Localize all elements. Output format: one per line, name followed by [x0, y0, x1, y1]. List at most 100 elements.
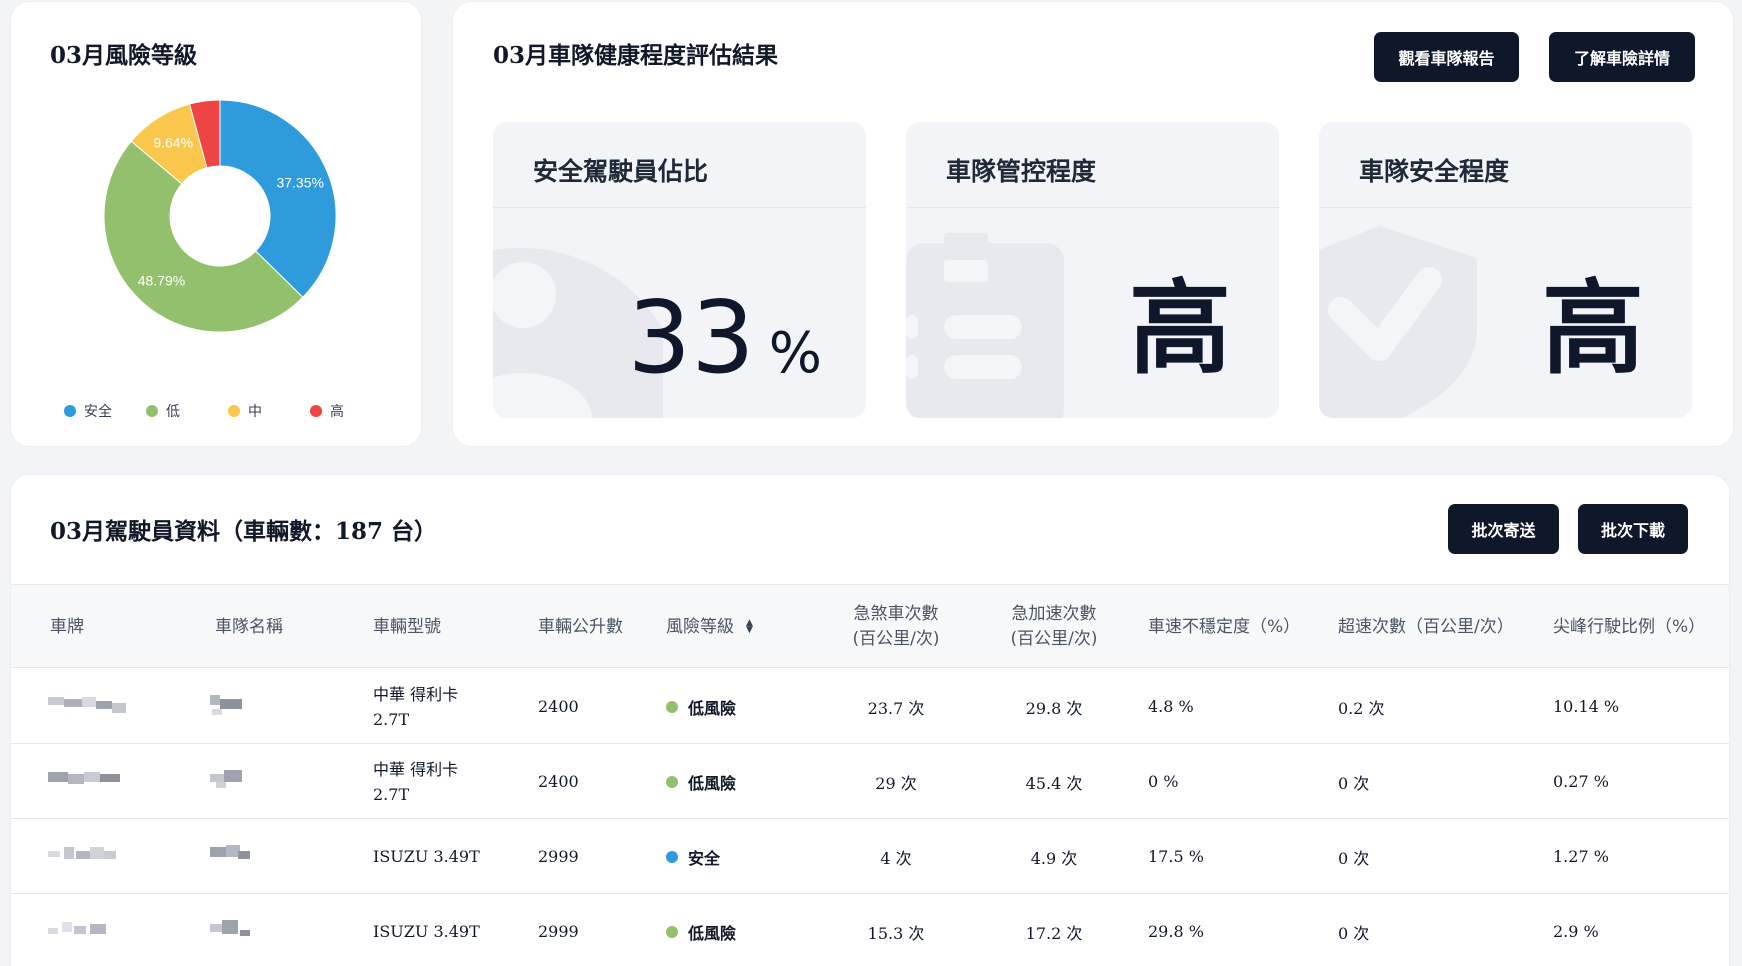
- batch-send-button[interactable]: 批次寄送: [1448, 504, 1559, 554]
- donut-label-1: 48.79%: [138, 272, 185, 288]
- cell-peak-ratio: 1.27 %: [1553, 847, 1609, 866]
- blur-block: [68, 774, 84, 784]
- blur-block: [104, 851, 116, 859]
- col-risk-level-label: 風險等級: [666, 616, 734, 637]
- clipboard-icon: [906, 233, 1064, 418]
- blur-block: [48, 772, 68, 782]
- col-hard-brake-unit: (百公里/次): [852, 629, 940, 649]
- cell-speed-instability: 29.8 %: [1148, 922, 1204, 941]
- batch-download-button[interactable]: 批次下載: [1578, 504, 1688, 554]
- col-plate[interactable]: 車牌: [50, 585, 84, 669]
- blur-block: [64, 699, 82, 707]
- cell-displacement: 2400: [538, 772, 579, 791]
- blur-block: [74, 926, 86, 934]
- blur-block: [224, 770, 242, 782]
- blur-block: [222, 920, 238, 934]
- col-hard-brake[interactable]: 急煞車次數 (百公里/次): [821, 585, 971, 669]
- legend-dot-0: [64, 405, 76, 417]
- cell-vehicle-model: ISUZU 3.49T: [373, 894, 480, 966]
- blur-block: [90, 847, 104, 859]
- blur-block: [220, 699, 242, 709]
- cell-displacement: 2999: [538, 922, 579, 941]
- blur-block: [62, 922, 72, 932]
- col-risk-level[interactable]: 風險等級 ▲ ▼: [666, 585, 753, 669]
- cell-risk-level: 低風險: [666, 744, 736, 819]
- driver-card-title: 03月駕駛員資料（車輛數：187 台）: [50, 518, 438, 545]
- cell-speed-instability: 17.5 %: [1148, 847, 1204, 866]
- fleet-safety-title: 車隊安全程度: [1319, 122, 1692, 208]
- sort-icon[interactable]: ▲ ▼: [746, 619, 753, 635]
- cell-hard-accel: 4.9 次: [1030, 848, 1078, 868]
- cell-risk-level: 低風險: [666, 669, 736, 744]
- col-hard-brake-label: 急煞車次數: [853, 604, 939, 624]
- blur-block: [216, 782, 226, 788]
- vehicle-model-spec: 2.7T: [373, 784, 410, 804]
- table-row[interactable]: 中華 得利卡 2.7T 2400 低風險 23.7 次 29.8 次 4.8 % 0.2 次 1…: [11, 669, 1729, 744]
- col-hard-accel[interactable]: 急加速次數 (百公里/次): [979, 585, 1129, 669]
- legend-item-0[interactable]: 安全: [64, 401, 146, 421]
- blur-block: [48, 697, 64, 705]
- blur-block: [48, 851, 60, 857]
- insurance-details-button[interactable]: 了解車險詳情: [1549, 32, 1695, 82]
- cell-peak-ratio: 2.9 %: [1553, 922, 1599, 941]
- legend-item-2[interactable]: 中: [228, 401, 310, 421]
- risk-label: 低風險: [688, 698, 737, 718]
- blur-block: [210, 695, 220, 705]
- table-row[interactable]: ISUZU 3.49T 2999 低風險 15.3 次 17.2 次 29.8 % 0 次 2…: [11, 894, 1729, 966]
- cell-hard-brake: 15.3 次: [867, 923, 925, 943]
- blur-block: [84, 772, 100, 782]
- cell-risk-level: 低風險: [666, 894, 736, 966]
- risk-dot-icon: [666, 925, 678, 938]
- risk-label: 低風險: [688, 923, 737, 943]
- blur-block: [100, 774, 120, 782]
- legend-label-3: 高: [330, 404, 344, 420]
- risk-donut-chart: 37.35% 48.79% 9.64%: [103, 99, 337, 333]
- cell-hard-accel: 29.8 次: [1025, 698, 1083, 718]
- cell-vehicle-model: ISUZU 3.49T: [373, 819, 480, 894]
- legend-dot-1: [146, 405, 158, 417]
- blur-block: [76, 851, 90, 859]
- col-speed-instability[interactable]: 車速不穩定度（%）: [1148, 585, 1300, 669]
- col-overspeed[interactable]: 超速次數（百公里/次）: [1338, 585, 1514, 669]
- fleet-safety-value: 高: [1542, 270, 1644, 389]
- col-hard-accel-label: 急加速次數: [1011, 604, 1097, 624]
- risk-card-title: 03月風險等級: [50, 42, 198, 69]
- risk-dot-icon: [666, 700, 678, 713]
- cell-hard-brake: 29 次: [875, 773, 917, 793]
- blur-block: [210, 774, 224, 782]
- fleet-safety-tile: 車隊安全程度 高: [1319, 122, 1692, 418]
- vehicle-model-name: ISUZU 3.49T: [373, 847, 480, 866]
- cell-hard-accel: 45.4 次: [1025, 773, 1083, 793]
- risk-label: 安全: [688, 848, 721, 868]
- cell-hard-accel: 17.2 次: [1025, 923, 1083, 943]
- table-row[interactable]: 中華 得利卡 2.7T 2400 低風險 29 次 45.4 次 0 % 0 次 0.27 %: [11, 744, 1729, 819]
- donut-label-0: 37.35%: [276, 174, 323, 190]
- table-row[interactable]: ISUZU 3.49T 2999 安全 4 次 4.9 次 17.5 % 0 次 1.27 %: [11, 819, 1729, 894]
- blur-block: [212, 709, 222, 715]
- cell-hard-brake: 23.7 次: [867, 698, 925, 718]
- risk-legend: 安全 低 中 高: [64, 401, 392, 421]
- fleet-control-title: 車隊管控程度: [906, 122, 1279, 208]
- blur-block: [238, 851, 250, 859]
- col-vehicle-model[interactable]: 車輛型號: [373, 585, 441, 669]
- legend-dot-3: [310, 405, 322, 417]
- blur-block: [210, 847, 226, 857]
- vehicle-model-spec: 2.7T: [373, 709, 410, 729]
- view-fleet-report-button[interactable]: 觀看車隊報告: [1374, 32, 1519, 82]
- legend-item-3[interactable]: 高: [310, 401, 392, 421]
- legend-item-1[interactable]: 低: [146, 401, 228, 421]
- legend-label-1: 低: [166, 404, 180, 420]
- cell-overspeed: 0.2 次: [1338, 698, 1385, 718]
- vehicle-model-name: 中華 得利卡: [373, 759, 459, 779]
- col-hard-accel-unit: (百公里/次): [1010, 629, 1098, 649]
- col-peak-ratio[interactable]: 尖峰行駛比例（%）: [1553, 585, 1705, 669]
- cell-displacement: 2999: [538, 847, 579, 866]
- col-fleet-name[interactable]: 車隊名稱: [215, 585, 283, 669]
- vehicle-model-name: 中華 得利卡: [373, 684, 459, 704]
- blur-block: [96, 701, 112, 709]
- driver-data-card: 03月駕駛員資料（車輛數：187 台） 批次寄送 批次下載 車牌 車隊名稱 車輛…: [11, 475, 1729, 966]
- table-header: 車牌 車隊名稱 車輛型號 車輛公升數 風險等級 ▲ ▼ 急煞車次數 (百公里/次)…: [11, 584, 1729, 668]
- risk-label: 低風險: [688, 773, 737, 793]
- risk-level-card: 03月風險等級 37.35% 48.79% 9.64% 安全 低 中 高: [11, 2, 421, 446]
- col-displacement[interactable]: 車輛公升數: [538, 585, 623, 669]
